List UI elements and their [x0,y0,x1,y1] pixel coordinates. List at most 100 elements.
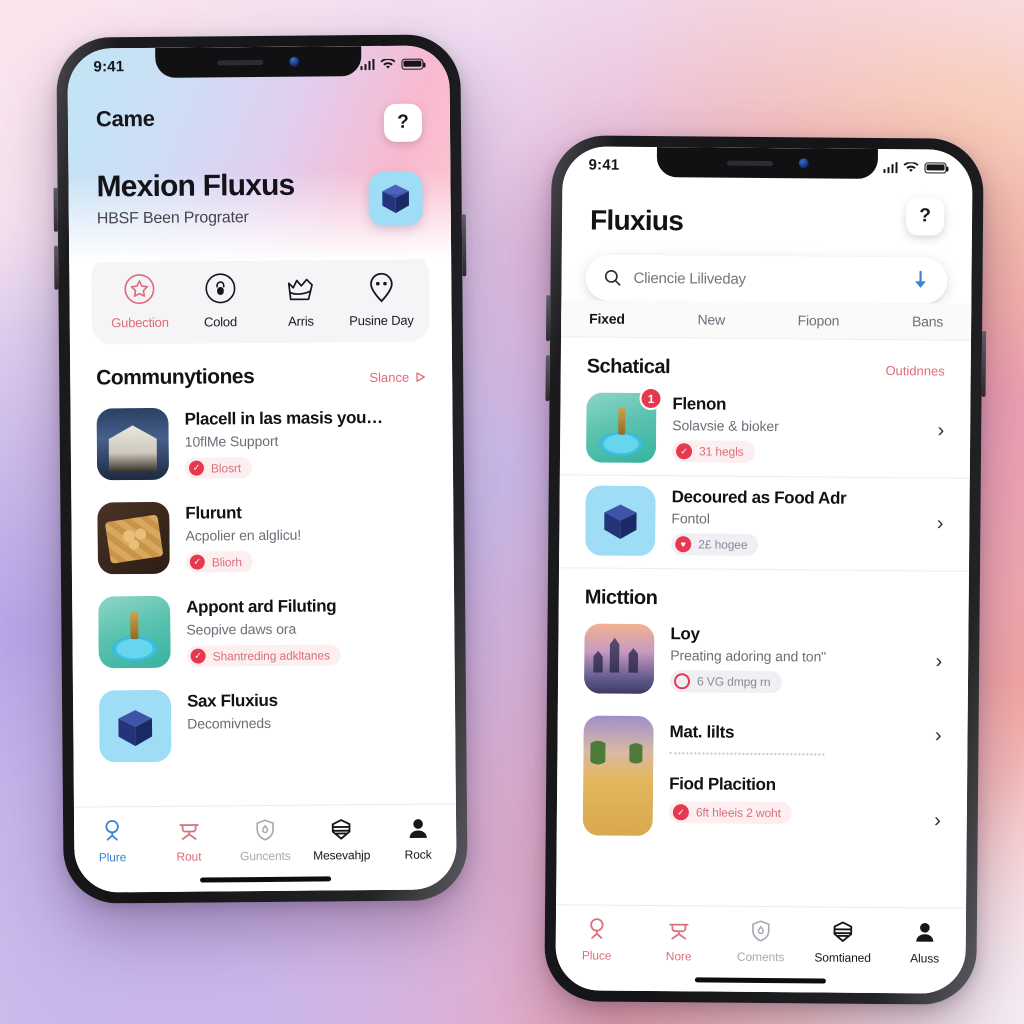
list-item-subtitle: 10flMe Support [184,432,279,450]
category-label: Arris [288,313,314,329]
row-title: Loy [670,624,700,644]
thumbnail [97,501,170,575]
content-list-right: Schatical Outidnnes 1 Flenon Solavsie & … [555,337,971,994]
row-title: Mat. lilts [669,722,735,742]
category-item-gubection[interactable]: Gubection [99,272,180,331]
divider [669,752,824,756]
category-item-pusine-day[interactable]: Pusine Day [341,270,422,329]
tab-rout[interactable]: Rout [152,817,226,864]
tab-aluss[interactable]: Aluss [888,919,962,966]
section-title: Communytiones [96,365,255,390]
volume-down-button[interactable] [545,355,550,402]
chevron-right-icon: › [937,419,945,442]
tab-fiopon[interactable]: Fiopon [798,312,840,338]
section-link-outidnnes[interactable]: Outidnnes [885,363,944,379]
tab-label: Somtianed [814,950,871,965]
phone-screen-left: 9:41 Came ? Mexion Fluxus HBSF Been Prog… [67,45,457,893]
tab-label: Nore [665,949,692,964]
list-item[interactable]: Appont ard Filuting Seopive daws ora ✓ S… [98,586,429,683]
sparkle-circle-icon [673,673,691,690]
person-head-icon [105,820,119,841]
list-item-subtitle: Seopive daws ora [186,620,297,638]
tab-coments[interactable]: Coments [724,918,798,965]
check-circle-icon: ✓ [675,443,693,460]
status-badge: 6 VG dmpg rn [669,670,782,694]
tab-label: Rock [404,847,432,862]
category-item-colod[interactable]: Colod [180,271,261,330]
tab-label: Rout [176,849,202,864]
list-item-title: Placell in las masis you… [184,407,383,429]
wifi-icon [903,161,919,173]
list-item-title: Sax Fluxius [186,690,278,711]
row-title: Flenon [672,394,727,414]
tab-label: Plure [98,850,127,865]
page-title-left: Mexion Fluxus [96,168,295,204]
thumbnail [98,689,172,763]
tab-pluce[interactable]: Pluce [560,916,634,963]
list-item[interactable]: Placell in las masis you… 10flMe Support… [96,398,427,495]
search-icon [604,270,621,286]
tab-label: Mesevahjp [313,848,371,863]
tab-somtianed[interactable]: Somtianed [806,918,880,965]
right-app-screen: Fluxius ? Fixed New [555,146,973,994]
volume-down-button[interactable] [54,245,59,290]
section-link-label: Slance [369,369,410,386]
row-title: Fiod Placition [669,774,776,795]
status-badge-label: Bliorh [211,554,242,569]
wifi-icon [380,58,396,69]
check-circle-icon: ✓ [190,648,206,664]
pin-dots-icon [369,272,393,303]
list-item[interactable]: Flurunt Acpolier en alglicu! ✓ Bliorh [97,492,428,589]
cellular-bars-icon [359,58,375,70]
power-button[interactable] [461,214,467,277]
table-stand-icon [669,923,689,940]
tab-plure[interactable]: Plure [75,818,149,865]
star-circle-icon [124,274,155,305]
tab-new[interactable]: New [697,311,725,337]
volume-up-button[interactable] [53,187,58,232]
user-solid-icon [409,819,427,839]
cube-logo-icon [118,710,153,747]
search-bar[interactable] [585,254,948,304]
table-row[interactable]: Mat. lilts Fiod Placition ✓ 6ft hleeis 2… [557,705,968,841]
search-input[interactable] [633,269,900,289]
row-subtitle: Solavsie & bioker [672,417,779,435]
thumbnail [98,595,171,669]
table-row[interactable]: Decoured as Food Adr Fontol ♥ 2£ hogee › [559,475,970,572]
thumbnail [583,623,655,695]
phone-device-right: 9:41 Fluxius ? Cliencie Liliveday Fixed … [544,135,987,1005]
category-item-arris[interactable]: Arris [260,270,341,329]
section-title: Schatical [586,355,671,379]
user-solid-icon [916,922,934,942]
app-mockup-scene: 9:41 Came ? Mexion Fluxus HBSF Been Prog… [0,0,1024,1024]
tab-rock[interactable]: Rock [381,815,455,862]
tab-bans[interactable]: Bans [912,313,943,339]
battery-icon [924,161,947,174]
tab-nore[interactable]: Nore [642,917,716,964]
check-circle-icon: ✓ [672,804,689,821]
section-header-schatical: Schatical Outidnnes [561,337,971,386]
download-arrow-icon [915,270,926,288]
status-badge: ✓ Blosrt [184,457,253,479]
phone-device-left: 9:41 Came ? Mexion Fluxus HBSF Been Prog… [53,34,468,904]
status-badge-label: Blosrt [210,460,242,475]
table-row[interactable]: Loy Preating adoring and ton" 6 VG dmpg … [558,613,969,709]
tab-guncents[interactable]: Guncents [228,817,302,864]
battery-icon [401,58,424,70]
tab-fixed[interactable]: Fixed [589,310,625,336]
section-link-slance[interactable]: Slance [369,370,426,385]
volume-up-button[interactable] [545,295,551,342]
notification-badge: 1 [639,386,663,411]
thumbnail [96,407,170,481]
help-button-left[interactable]: ? [383,103,423,142]
phone-screen-right: 9:41 Fluxius ? Cliencie Liliveday Fixed … [555,146,973,994]
status-badge: ✓ 31 hegls [671,440,755,463]
tab-mesevahjp[interactable]: Mesevahjp [304,816,378,863]
crown-basket-icon [288,278,314,301]
list-item-subtitle: Decomivneds [187,714,272,732]
help-button-right[interactable]: ? [905,197,945,236]
table-stand-icon [178,824,199,840]
power-button[interactable] [981,330,987,397]
table-row[interactable]: 1 Flenon Solavsie & bioker ✓ 31 hegls › [559,382,971,479]
list-item[interactable]: Sax Fluxius Decomivneds [98,680,430,777]
